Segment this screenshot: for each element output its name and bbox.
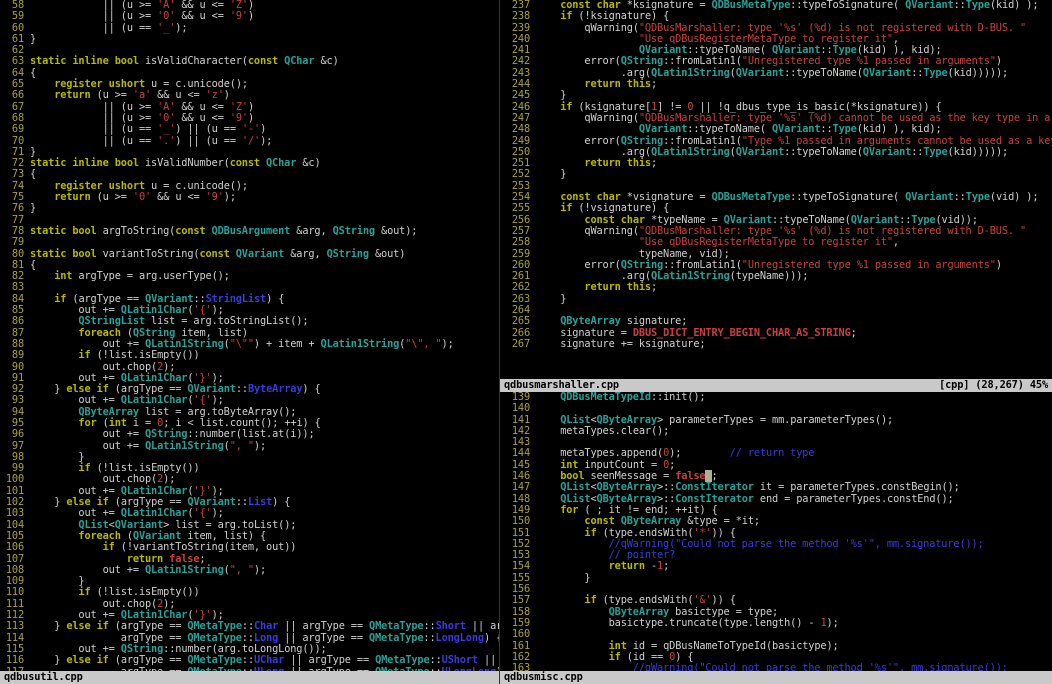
code-line[interactable]: 106 if (!variantToString(item, out)): [0, 542, 498, 553]
left-statusbar: qdbusutil.cpp [cpp] (0,83) 13%: [0, 671, 499, 684]
code-line[interactable]: 82 int argType = arg.userType();: [0, 271, 498, 282]
code-line[interactable]: 252 }: [500, 169, 1051, 180]
code-line[interactable]: 60 || (u == '_');: [0, 23, 498, 34]
right-bottom-file-name: qdbusmisc.cpp: [504, 671, 583, 684]
left-code-area[interactable]: 58 || (u >= 'A' && u <= 'Z')59 || (u >= …: [0, 0, 499, 678]
right-bottom-area[interactable]: 139 QDBusMetaTypeId::init();140141 QList…: [500, 392, 1052, 671]
code-line[interactable]: 76}: [0, 203, 498, 214]
right-top-status-right: [cpp] (28,267) 45%: [939, 379, 1048, 392]
code-line[interactable]: 78static bool argToString(const QDBusArg…: [0, 226, 498, 237]
code-line[interactable]: 70 || (u == '.') || (u == '/');: [0, 136, 498, 147]
code-line[interactable]: 262 return this;: [500, 282, 1051, 293]
code-line[interactable]: 244 return this;: [500, 79, 1051, 90]
left-pane[interactable]: 58 || (u >= 'A' && u <= 'Z')59 || (u >= …: [0, 0, 500, 684]
code-line[interactable]: 155 }: [500, 573, 1051, 584]
right-top-file-name: qdbusmarshaller.cpp: [504, 379, 619, 392]
right-bottom-statusbar: qdbusmisc.cpp [cpp] (29,146) 79%: [500, 671, 1052, 684]
right-top-statusbar: qdbusmarshaller.cpp [cpp] (28,267) 45%: [500, 379, 1052, 392]
code-line[interactable]: 251 return this;: [500, 158, 1051, 169]
right-bottom-status-right: [cpp] (29,146) 79%: [891, 671, 1048, 684]
code-line[interactable]: 142 metaTypes.clear();: [500, 426, 1051, 437]
code-line[interactable]: 86 QStringList list = arg.toStringList()…: [0, 316, 498, 327]
code-line[interactable]: 258 "Use qDBusRegisterMetaType to regist…: [500, 237, 1051, 248]
code-line[interactable]: 139 QDBusMetaTypeId::init();: [500, 392, 1051, 403]
code-line[interactable]: 89 if (!list.isEmpty()): [0, 350, 498, 361]
right-bottom-code-area[interactable]: 139 QDBusMetaTypeId::init();140141 QList…: [500, 392, 1052, 671]
left-file-name: qdbusutil.cpp: [4, 671, 83, 684]
code-line[interactable]: 63static inline bool isValidCharacter(co…: [0, 56, 498, 67]
code-line[interactable]: 72static inline bool isValidNumber(const…: [0, 158, 498, 169]
right-top-area[interactable]: 237 const char *ksignature = QDBusMetaTy…: [500, 0, 1052, 379]
code-line[interactable]: 267 signature += ksignature;: [500, 339, 1051, 350]
code-line[interactable]: 80static bool variantToString(const QVar…: [0, 249, 498, 260]
editor-root: 58 || (u >= 'A' && u <= 'Z')59 || (u >= …: [0, 0, 1052, 684]
code-line[interactable]: 159 basictype.truncate(type.length() - 1…: [500, 618, 1051, 629]
right-pane[interactable]: 237 const char *ksignature = QDBusMetaTy…: [500, 0, 1052, 684]
code-line[interactable]: 263 }: [500, 294, 1051, 305]
code-line[interactable]: 59 || (u >= '0' && u <= '9'): [0, 11, 498, 22]
code-line[interactable]: 150 const QByteArray &type = *it;: [500, 516, 1051, 527]
right-top-code-area[interactable]: 237 const char *ksignature = QDBusMetaTy…: [500, 0, 1052, 350]
code-line[interactable]: 163 //qWarning("Could not parse the meth…: [500, 663, 1051, 671]
code-line[interactable]: 61}: [0, 34, 498, 45]
code-line[interactable]: 75 return (u >= '0' && u <= '9');: [0, 192, 498, 203]
left-status-right: [cpp] (0,83) 13%: [350, 671, 495, 684]
